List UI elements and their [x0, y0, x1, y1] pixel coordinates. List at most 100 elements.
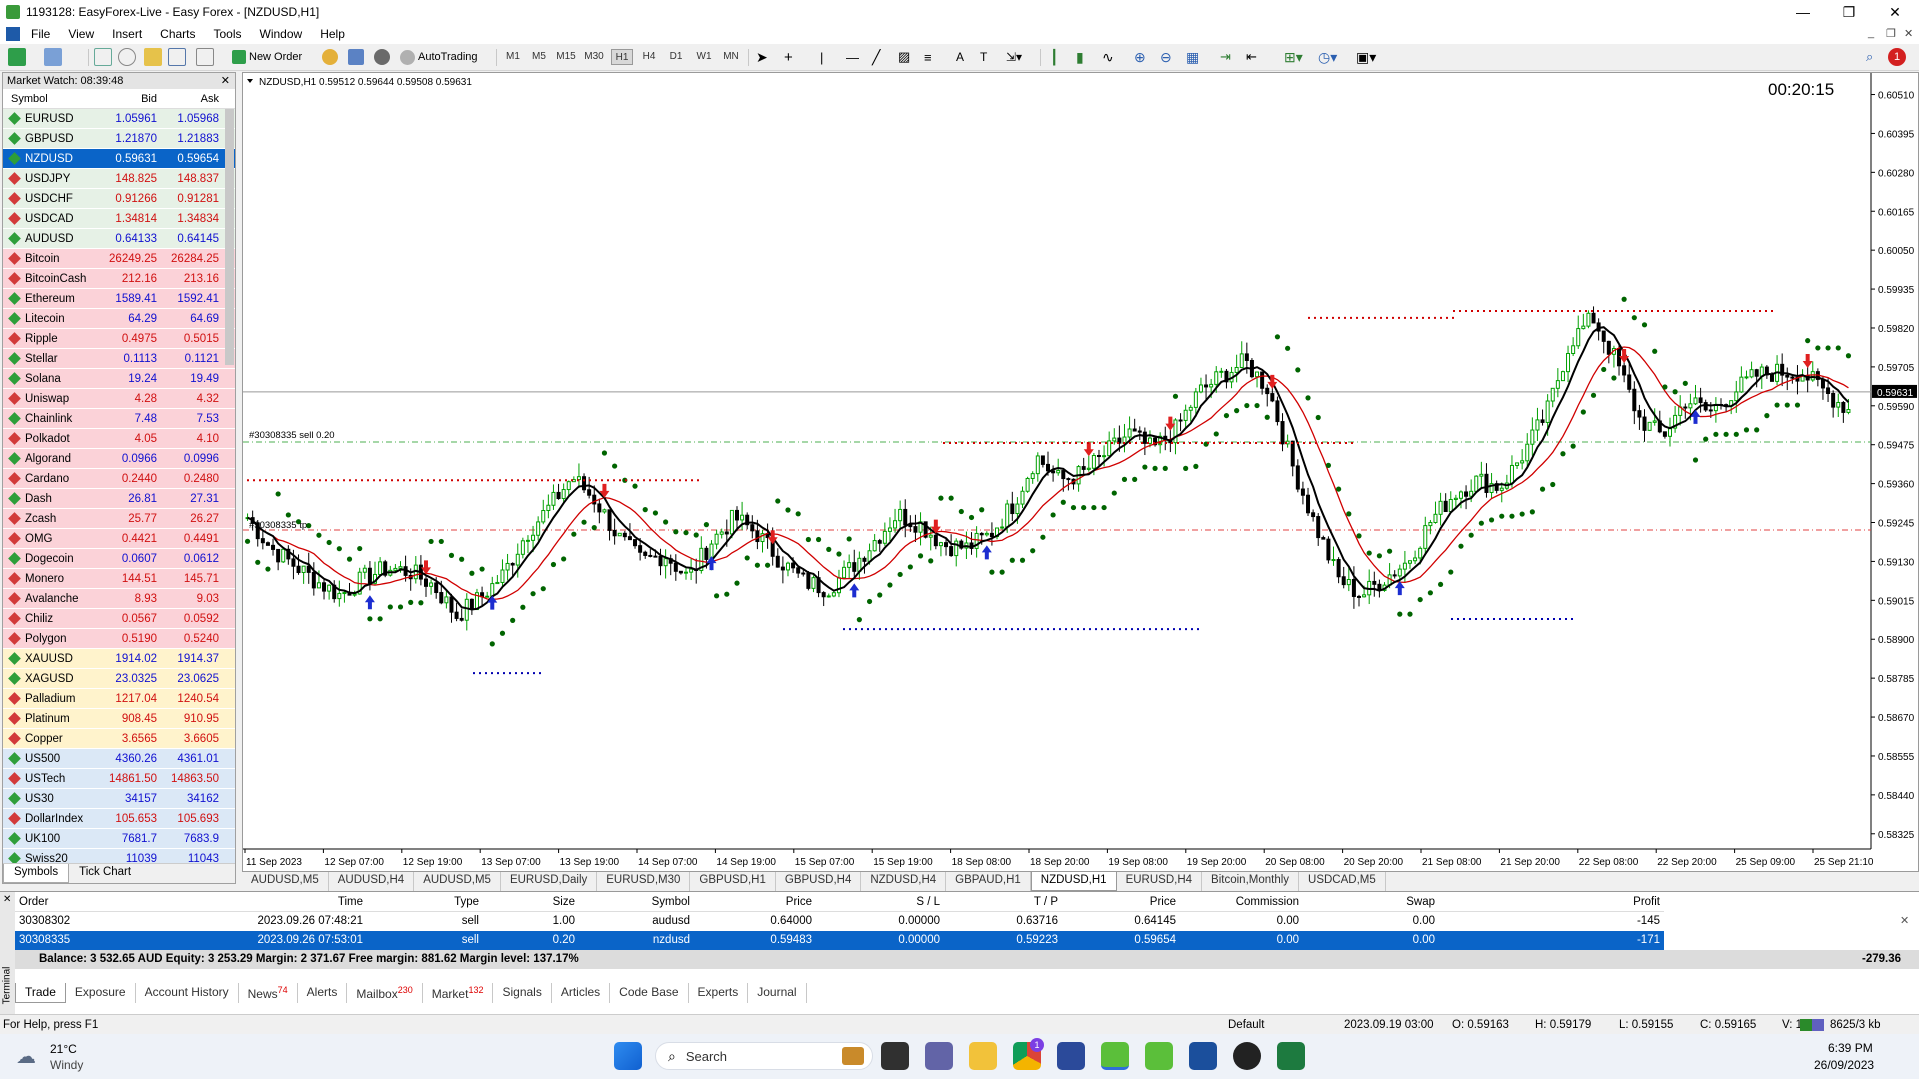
new-chart-icon[interactable] [8, 48, 26, 66]
close-order-icon[interactable]: ✕ [1900, 914, 1909, 927]
terminal-tab-mailbox[interactable]: Mailbox230 [347, 983, 423, 1003]
chart-shift-icon[interactable]: ⇤ [1246, 47, 1257, 67]
market-watch-row-dash[interactable]: Dash 26.81 27.31 [3, 489, 235, 509]
tf-mn-button[interactable]: MN [720, 49, 742, 65]
terminal-tab-signals[interactable]: Signals [493, 983, 552, 1003]
market-watch-row-palladium[interactable]: Palladium 1217.04 1240.54 [3, 689, 235, 709]
connection-status-icon[interactable] [1800, 1019, 1824, 1031]
close-order-icon[interactable]: ✕ [1900, 933, 1909, 946]
market-watch-scrollbar[interactable] [225, 109, 234, 365]
market-watch-row-algorand[interactable]: Algorand 0.0966 0.0996 [3, 449, 235, 469]
market-watch-row-xauusd[interactable]: XAUUSD 1914.02 1914.37 [3, 649, 235, 669]
trendline-tool-icon[interactable]: ╱ [872, 47, 880, 67]
market-watch-row-polkadot[interactable]: Polkadot 4.05 4.10 [3, 429, 235, 449]
market-watch-row-ethereum[interactable]: Ethereum 1589.41 1592.41 [3, 289, 235, 309]
terminal-column-header[interactable]: Size [483, 893, 579, 911]
price-chart[interactable]: 0.60510 0.60395 0.60280 0.60165 0.60050 0.599… [242, 72, 1919, 872]
chart-tab-usdcad-m5[interactable]: USDCAD,M5 [1299, 872, 1386, 891]
chart-tab-audusd-h4[interactable]: AUDUSD,H4 [329, 872, 415, 891]
terminal-column-header[interactable]: Swap [1303, 893, 1439, 911]
market-watch-row-zcash[interactable]: Zcash 25.77 26.27 [3, 509, 235, 529]
mdi-restore-button[interactable]: ❐ [1886, 27, 1896, 40]
market-watch-row-omg[interactable]: OMG 0.4421 0.4491 [3, 529, 235, 549]
terminal-column-header[interactable]: Profit [1439, 893, 1664, 911]
chart-tab-bitcoin-monthly[interactable]: Bitcoin,Monthly [1202, 872, 1300, 891]
clock-date[interactable]: 26/09/2023 [1814, 1058, 1874, 1072]
terminal-tab-exposure[interactable]: Exposure [66, 983, 136, 1003]
market-watch-row-dollarindex[interactable]: DollarIndex 105.653 105.693 [3, 809, 235, 829]
autotrading-button[interactable]: AutoTrading [400, 47, 478, 67]
market-watch-row-uniswap[interactable]: Uniswap 4.28 4.32 [3, 389, 235, 409]
media-player-icon[interactable] [1233, 1042, 1261, 1070]
tf-w1-button[interactable]: W1 [693, 49, 715, 65]
chart-tab-eurusd-h4[interactable]: EURUSD,H4 [1117, 872, 1203, 891]
terminal-tab-articles[interactable]: Articles [552, 983, 611, 1003]
tf-m5-button[interactable]: M5 [528, 49, 550, 65]
tf-m30-button[interactable]: M30 [583, 49, 605, 65]
column-ask[interactable]: Ask [161, 89, 223, 108]
channel-tool-icon[interactable]: ▨ [898, 47, 910, 67]
cursor-tool-icon[interactable]: ➤ [756, 47, 768, 67]
market-watch-row-audusd[interactable]: AUDUSD 0.64133 0.64145 [3, 229, 235, 249]
chart-tab-gbpusd-h1[interactable]: GBPUSD,H1 [690, 872, 776, 891]
order-row[interactable]: 30308302 2023.09.26 07:48:21 sell 1.00 audus… [15, 912, 1664, 931]
arrows-tool-icon[interactable]: ⇲▾ [1006, 47, 1022, 67]
terminal-column-header[interactable]: S / L [816, 893, 944, 911]
menu-help[interactable]: Help [311, 27, 354, 41]
market-watch-row-usdchf[interactable]: USDCHF 0.91266 0.91281 [3, 189, 235, 209]
minimize-button[interactable]: — [1780, 0, 1826, 24]
profiles-icon[interactable] [44, 48, 62, 66]
candlestick-chart-icon[interactable]: ▮ [1076, 47, 1084, 67]
market-watch-row-polygon[interactable]: Polygon 0.5190 0.5240 [3, 629, 235, 649]
signals-icon[interactable] [374, 49, 390, 65]
weather-condition[interactable]: Windy [50, 1058, 83, 1072]
zoom-in-icon[interactable]: ⊕ [1134, 47, 1146, 67]
market-watch-row-us30[interactable]: US30 34157 34162 [3, 789, 235, 809]
market-watch-row-nzdusd[interactable]: NZDUSD 0.59631 0.59654 [3, 149, 235, 169]
clock-time[interactable]: 6:39 PM [1828, 1041, 1873, 1055]
weather-temp[interactable]: 21°C [50, 1042, 77, 1056]
tf-m1-button[interactable]: M1 [502, 49, 524, 65]
horizontal-line-tool-icon[interactable]: — [846, 47, 859, 67]
terminal-tab-trade[interactable]: Trade [15, 983, 66, 1003]
market-watch-row-copper[interactable]: Copper 3.6565 3.6605 [3, 729, 235, 749]
market-watch-row-usdcad[interactable]: USDCAD 1.34814 1.34834 [3, 209, 235, 229]
column-bid[interactable]: Bid [99, 89, 161, 108]
excel-icon[interactable] [1277, 1042, 1305, 1070]
terminal-column-header[interactable]: Commission [1180, 893, 1303, 911]
metatrader-active-icon[interactable] [1101, 1042, 1129, 1070]
chart-tab-gbpusd-h4[interactable]: GBPUSD,H4 [776, 872, 862, 891]
terminal-tab-journal[interactable]: Journal [748, 983, 807, 1003]
terminal-icon[interactable] [168, 48, 186, 66]
menu-tools[interactable]: Tools [205, 27, 251, 41]
status-profile[interactable]: Default [1228, 1015, 1264, 1035]
metatrader-icon[interactable] [1145, 1042, 1173, 1070]
market-watch-row-platinum[interactable]: Platinum 908.45 910.95 [3, 709, 235, 729]
market-watch-row-xagusd[interactable]: XAGUSD 23.0325 23.0625 [3, 669, 235, 689]
market-watch-row-solana[interactable]: Solana 19.24 19.49 [3, 369, 235, 389]
periodicity-icon[interactable]: ◷▾ [1318, 47, 1337, 67]
notifications-button[interactable]: 1 [1888, 47, 1906, 67]
options-icon[interactable] [348, 49, 364, 65]
market-watch-row-avalanche[interactable]: Avalanche 8.93 9.03 [3, 589, 235, 609]
text-label-tool-icon[interactable]: T [980, 47, 987, 67]
market-watch-row-usdjpy[interactable]: USDJPY 148.825 148.837 [3, 169, 235, 189]
market-watch-row-uk100[interactable]: UK100 7681.7 7683.9 [3, 829, 235, 849]
tf-h1-button[interactable]: H1 [611, 49, 633, 65]
text-tool-icon[interactable]: A [956, 47, 964, 67]
close-button[interactable]: ✕ [1872, 0, 1918, 24]
crosshair-tool-icon[interactable]: + [784, 47, 793, 67]
zoom-out-icon[interactable]: ⊖ [1160, 47, 1172, 67]
metaeditor-icon[interactable] [322, 49, 338, 65]
chart-tab-eurusd-m30[interactable]: EURUSD,M30 [597, 872, 691, 891]
close-icon[interactable]: ✕ [221, 73, 230, 89]
market-watch-row-ripple[interactable]: Ripple 0.4975 0.5015 [3, 329, 235, 349]
market-watch-row-eurusd[interactable]: EURUSD 1.05961 1.05968 [3, 109, 235, 129]
market-watch-row-dogecoin[interactable]: Dogecoin 0.0607 0.0612 [3, 549, 235, 569]
new-order-button[interactable]: New Order [232, 47, 302, 67]
vertical-line-tool-icon[interactable]: | [820, 47, 823, 67]
trading-app-icon[interactable] [1189, 1042, 1217, 1070]
market-watch-row-ustech[interactable]: USTech 14861.50 14863.50 [3, 769, 235, 789]
chart-tab-nzdusd-h4[interactable]: NZDUSD,H4 [861, 872, 947, 891]
market-watch-row-bitcoin[interactable]: Bitcoin 26249.25 26284.25 [3, 249, 235, 269]
